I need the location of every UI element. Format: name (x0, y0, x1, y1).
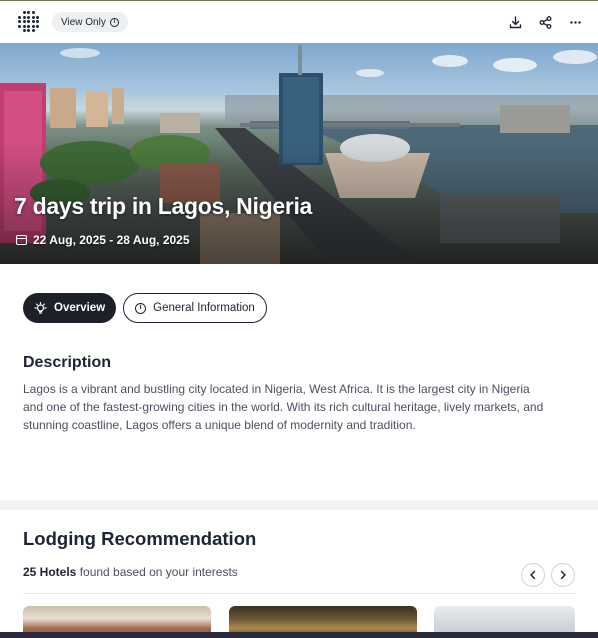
logo-dot (18, 24, 21, 28)
logo-dot (18, 20, 21, 23)
description-heading: Description (23, 354, 112, 371)
logo-dot (27, 24, 30, 28)
carousel-next-button[interactable] (551, 563, 575, 587)
hero-shade (0, 43, 598, 264)
download-icon (509, 15, 521, 28)
logo-dot (36, 15, 39, 19)
hero-banner: 7 days trip in Lagos, Nigeria 22 Aug, 20… (0, 43, 598, 264)
share-button[interactable] (536, 13, 554, 31)
lodging-count-number: 25 Hotels (23, 565, 77, 579)
info-icon: i (109, 17, 119, 27)
download-button[interactable] (506, 13, 524, 31)
logo-dot (36, 20, 39, 23)
share-icon (539, 15, 551, 29)
bottom-bar (0, 632, 598, 638)
logo-dot (22, 11, 26, 14)
top-bar: View Only i (0, 0, 598, 43)
calendar-icon (16, 235, 27, 245)
chevron-right-icon (560, 570, 566, 580)
logo-dot (22, 24, 26, 28)
logo-dot (31, 29, 35, 32)
logo-dot (27, 15, 30, 19)
logo-dot (22, 15, 26, 19)
tab-overview-label: Overview (54, 302, 106, 314)
section-divider (0, 500, 598, 510)
lodging-count: 25 Hotels found based on your interests (23, 565, 238, 579)
logo-dot (22, 29, 26, 32)
dot-grid-logo-icon[interactable] (18, 11, 40, 33)
more-button[interactable] (566, 13, 584, 31)
trip-dates-label: 22 Aug, 2025 - 28 Aug, 2025 (33, 233, 190, 247)
info-icon: i (135, 302, 147, 314)
description-text: Lagos is a vibrant and bustling city loc… (23, 382, 544, 432)
trip-dates: 22 Aug, 2025 - 28 Aug, 2025 (16, 233, 190, 247)
logo-dot (31, 24, 35, 28)
chevron-left-icon (530, 570, 536, 580)
tab-general-information-label: General Information (153, 302, 255, 314)
tab-overview[interactable]: Overview (23, 293, 117, 323)
tab-general-information[interactable]: i General Information (123, 293, 267, 323)
trip-title: 7 days trip in Lagos, Nigeria (14, 193, 313, 219)
logo-dot (31, 15, 35, 19)
more-icon (569, 20, 581, 24)
logo-dot (22, 20, 26, 23)
lodging-count-suffix: found based on your interests (76, 565, 238, 579)
section-tabs: Overview i General Information (23, 293, 267, 323)
carousel-prev-button[interactable] (521, 563, 545, 587)
logo-dot (27, 11, 30, 14)
top-actions (506, 13, 584, 31)
logo-dot (31, 11, 35, 14)
logo-dot (27, 20, 30, 23)
lodging-heading: Lodging Recommendation (23, 528, 257, 549)
view-only-label: View Only (61, 16, 106, 28)
logo-dot (18, 15, 21, 19)
logo-dot (27, 29, 30, 32)
logo-dot (31, 20, 35, 23)
lightbulb-icon (34, 301, 47, 314)
view-only-badge: View Only i (52, 12, 128, 32)
logo-dot (36, 24, 39, 28)
lodging-rule (23, 593, 575, 594)
